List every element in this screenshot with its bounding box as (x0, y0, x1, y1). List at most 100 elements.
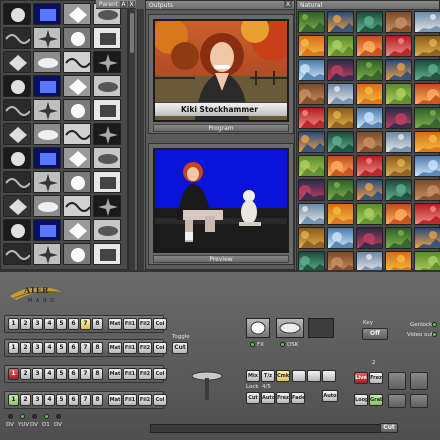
natural-thumbnail[interactable] (327, 59, 354, 81)
aux-fil2-button[interactable]: Fil2 (138, 394, 152, 406)
aux-col-button[interactable]: Col (153, 368, 167, 380)
mix-slot-button[interactable] (292, 370, 306, 382)
effect-thumbnail[interactable] (3, 147, 31, 169)
mix-slot-button[interactable] (322, 370, 336, 382)
effect-thumbnail[interactable] (3, 171, 31, 193)
natural-thumbnail[interactable] (356, 35, 383, 57)
source-4-button[interactable]: 4 (44, 318, 55, 330)
natural-thumbnail[interactable] (414, 203, 440, 225)
aux-fil1-button[interactable]: Fil1 (123, 318, 137, 330)
effect-thumbnail[interactable] (63, 219, 91, 241)
aux-mat-button[interactable]: Mat (108, 318, 122, 330)
natural-thumbnail[interactable] (298, 203, 325, 225)
source-5-button[interactable]: 5 (56, 318, 67, 330)
mix-2-button[interactable]: Cmk (276, 370, 290, 382)
source-4-button[interactable]: 4 (44, 368, 55, 380)
source-2-button[interactable]: 2 (20, 342, 31, 354)
effect-thumbnail[interactable] (3, 51, 31, 73)
natural-thumbnail[interactable] (414, 35, 440, 57)
source-3-button[interactable]: 3 (32, 394, 43, 406)
aux-fil2-button[interactable]: Fil2 (138, 342, 152, 354)
live-button[interactable]: Live (354, 372, 368, 384)
freeze-button[interactable]: Frez (369, 372, 383, 384)
command-cut-button[interactable]: Cut (380, 423, 398, 433)
effect-thumbnail[interactable] (33, 123, 61, 145)
live-slot-button[interactable] (388, 394, 406, 408)
effect-thumbnail[interactable] (33, 243, 61, 265)
natural-thumbnail[interactable] (327, 83, 354, 105)
effect-thumbnail[interactable] (63, 75, 91, 97)
aux-mat-button[interactable]: Mat (108, 342, 122, 354)
natural-thumbnail[interactable] (414, 227, 440, 249)
effect-thumbnail[interactable] (33, 51, 61, 73)
natural-thumbnail[interactable] (327, 155, 354, 177)
scroll-thumb[interactable] (130, 13, 134, 53)
effect-thumbnail[interactable] (33, 171, 61, 193)
effect-thumbnail[interactable] (33, 195, 61, 217)
transition-2-button[interactable]: Frez (276, 392, 290, 404)
natural-thumbnail[interactable] (298, 131, 325, 153)
source-3-button[interactable]: 3 (32, 318, 43, 330)
natural-thumbnail[interactable] (414, 179, 440, 201)
natural-thumbnail[interactable] (385, 59, 412, 81)
natural-thumbnail[interactable] (356, 155, 383, 177)
effect-thumbnail[interactable] (33, 3, 61, 25)
natural-thumbnail[interactable] (327, 11, 354, 33)
aux-fil1-button[interactable]: Fil1 (123, 342, 137, 354)
effect-thumbnail[interactable] (63, 123, 91, 145)
natural-thumbnail[interactable] (385, 227, 412, 249)
source-4-button[interactable]: 4 (44, 342, 55, 354)
natural-thumbnail[interactable] (327, 131, 354, 153)
fx-thumb[interactable] (246, 318, 270, 338)
left-scrollbar[interactable] (128, 9, 135, 270)
natural-thumbnail[interactable] (327, 179, 354, 201)
effect-thumbnail[interactable] (33, 75, 61, 97)
mix-1-button[interactable]: T/z (261, 370, 275, 382)
natural-thumbnail[interactable] (298, 11, 325, 33)
effect-thumbnail[interactable] (63, 99, 91, 121)
natural-thumbnail[interactable] (414, 11, 440, 33)
natural-thumbnail[interactable] (385, 83, 412, 105)
natural-thumbnail[interactable] (327, 227, 354, 249)
effect-thumbnail[interactable] (3, 99, 31, 121)
effect-thumbnail[interactable] (33, 99, 61, 121)
aux-fil2-button[interactable]: Fil2 (138, 318, 152, 330)
effect-thumbnail[interactable] (63, 147, 91, 169)
t-bar-handle[interactable] (190, 368, 224, 402)
effect-thumbnail[interactable] (3, 123, 31, 145)
effect-thumbnail[interactable] (3, 195, 31, 217)
aux-col-button[interactable]: Col (153, 342, 167, 354)
natural-thumbnail[interactable] (414, 107, 440, 129)
source-2-button[interactable]: 2 (20, 318, 31, 330)
preview-screen[interactable] (153, 148, 289, 253)
natural-thumbnail[interactable] (414, 59, 440, 81)
source-1-button[interactable]: 1 (8, 318, 19, 330)
effect-thumbnail[interactable] (33, 219, 61, 241)
effect-thumbnail[interactable] (3, 75, 31, 97)
grab-button[interactable]: Grab (369, 394, 384, 406)
natural-thumbnail[interactable] (327, 35, 354, 57)
source-5-button[interactable]: 5 (56, 368, 67, 380)
natural-thumbnail[interactable] (385, 155, 412, 177)
natural-thumbnail[interactable] (327, 203, 354, 225)
natural-thumbnail[interactable] (298, 59, 325, 81)
source-2-button[interactable]: 2 (20, 394, 31, 406)
pin-icon[interactable]: A (120, 1, 127, 8)
natural-thumbnail[interactable] (385, 107, 412, 129)
aux-thumb[interactable] (308, 318, 334, 338)
source-7-button[interactable]: 7 (80, 342, 91, 354)
source-8-button[interactable]: 8 (92, 368, 103, 380)
effect-thumbnail[interactable] (63, 171, 91, 193)
aux-mat-button[interactable]: Mat (108, 394, 122, 406)
loop-button[interactable]: Loop (354, 394, 369, 406)
source-3-button[interactable]: 3 (32, 342, 43, 354)
transition-0-button[interactable]: Cut (246, 392, 260, 404)
source-6-button[interactable]: 6 (68, 368, 79, 380)
live-slot-button[interactable] (388, 372, 406, 390)
effect-thumbnail[interactable] (63, 3, 91, 25)
natural-thumbnail[interactable] (356, 179, 383, 201)
effect-thumbnail[interactable] (3, 3, 31, 25)
source-7-button[interactable]: 7 (80, 368, 91, 380)
close-icon[interactable]: X (128, 1, 135, 8)
source-7-button[interactable]: 7 (80, 318, 91, 330)
